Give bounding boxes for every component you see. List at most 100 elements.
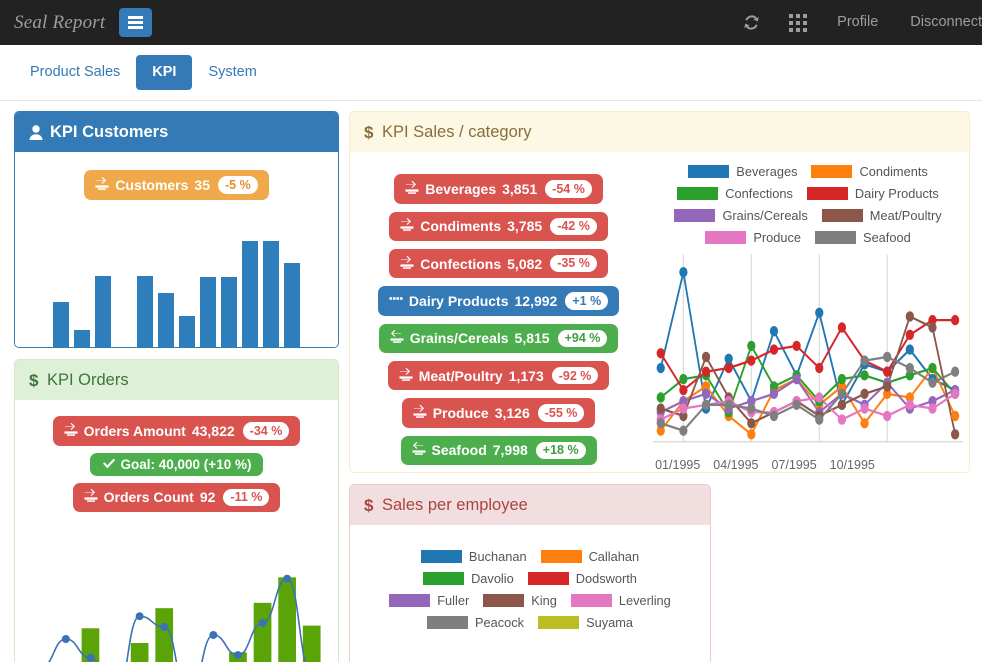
kpi-pct: -35 % bbox=[550, 254, 597, 273]
kpi-orders-count-badge[interactable]: Orders Count 92 -11 % bbox=[72, 482, 281, 512]
panel-kpi-sales-category-title: KPI Sales / category bbox=[382, 123, 532, 141]
tab-kpi[interactable]: KPI bbox=[136, 54, 193, 91]
kpi-orders-goal-badge[interactable]: Goal: 40,000 (+10 %) bbox=[89, 452, 264, 476]
legend-label: Dairy Products bbox=[854, 186, 939, 202]
refresh-icon[interactable] bbox=[728, 0, 775, 45]
kpi-orders-amount-badge[interactable]: Orders Amount 43,822 -34 % bbox=[52, 416, 301, 446]
legend-swatch-icon bbox=[705, 231, 747, 245]
panel-kpi-sales-category: $ KPI Sales / category Beverages 3,851 -54… bbox=[349, 111, 970, 473]
kpi-orders-chart[interactable] bbox=[15, 566, 338, 662]
kpi-orders-chart-svg bbox=[48, 574, 321, 662]
data-point bbox=[883, 410, 892, 422]
sales-per-employee-legend-item[interactable]: Davolio bbox=[423, 571, 514, 586]
kpi-sales-category-legend-item[interactable]: Dairy Products bbox=[806, 186, 939, 202]
kpi-value: 5,815 bbox=[514, 330, 550, 347]
legend-swatch-icon bbox=[677, 187, 719, 201]
sales-per-employee-legend-item[interactable]: Peacock bbox=[426, 615, 525, 631]
sales-per-employee-legend-item[interactable]: Suyama bbox=[538, 615, 633, 630]
data-point bbox=[905, 344, 915, 355]
user-icon bbox=[29, 124, 43, 140]
sales-per-employee-legend-item[interactable]: King bbox=[483, 593, 557, 608]
data-point bbox=[283, 574, 292, 583]
kpi-badge-meat-poultry[interactable]: Meat/Poultry 1,173 -92 % bbox=[387, 361, 610, 391]
panel-kpi-customers-header: KPI Customers bbox=[15, 112, 338, 153]
data-point bbox=[656, 418, 665, 429]
trend-down-icon bbox=[95, 176, 109, 193]
data-point bbox=[769, 388, 779, 400]
dollar-icon: $ bbox=[364, 497, 375, 514]
data-point bbox=[815, 414, 824, 425]
panel-kpi-sales-category-header: $ KPI Sales / category bbox=[350, 112, 969, 153]
data-point bbox=[905, 311, 915, 322]
data-point bbox=[656, 392, 665, 403]
kpi-customers-chart[interactable] bbox=[15, 229, 338, 347]
sales-per-employee-legend-item[interactable]: Buchanan bbox=[420, 549, 527, 564]
kpi-badge-beverages[interactable]: Beverages 3,851 -54 % bbox=[394, 174, 603, 204]
kpi-orders-amount-value: 43,822 bbox=[191, 422, 235, 439]
kpi-badge-confections[interactable]: Confections 5,082 -35 % bbox=[389, 248, 608, 279]
legend-swatch-icon bbox=[821, 209, 863, 223]
kpi-badge-seafood[interactable]: Seafood 7,998 +18 % bbox=[400, 435, 597, 466]
kpi-sales-category-legend-item[interactable]: Produce bbox=[705, 230, 801, 245]
data-point bbox=[724, 353, 733, 365]
kpi-orders-goal-text: Goal: 40,000 (+10 %) bbox=[120, 456, 252, 472]
kpi-value: 3,126 bbox=[494, 405, 530, 422]
profile-link[interactable]: Profile bbox=[821, 0, 894, 45]
kpi-sales-category-legend-item[interactable]: Seafood bbox=[815, 230, 911, 245]
legend-label: Peacock bbox=[474, 615, 525, 631]
kpi-sales-category-legend-item[interactable]: Beverages bbox=[688, 164, 797, 179]
sales-per-employee-legend-item[interactable]: Callahan bbox=[540, 549, 639, 564]
tab-system[interactable]: System bbox=[192, 55, 272, 90]
data-point bbox=[860, 418, 869, 429]
sales-per-employee-legend-item[interactable]: Fuller bbox=[389, 593, 469, 608]
legend-label: Dodsworth bbox=[575, 571, 637, 587]
kpi-value: 7,998 bbox=[492, 442, 528, 459]
panel-kpi-customers: KPI Customers Customers 35 -5 % bbox=[14, 111, 339, 348]
data-point bbox=[792, 374, 801, 385]
sales-per-employee-legend-item[interactable]: Dodsworth bbox=[527, 571, 637, 587]
legend-label: Leverling bbox=[618, 593, 671, 609]
data-point bbox=[951, 388, 960, 400]
kpi-badge-condiments[interactable]: Condiments 3,785 -42 % bbox=[389, 211, 608, 241]
data-point bbox=[747, 340, 756, 352]
data-point bbox=[815, 307, 824, 319]
panel-kpi-sales-category-body: Beverages 3,851 -54 % Condiments 3,785 -42 % C… bbox=[350, 152, 969, 472]
data-point bbox=[792, 399, 801, 411]
legend-swatch-icon bbox=[426, 616, 468, 630]
kpi-sales-category-legend-item[interactable]: Confections bbox=[677, 186, 793, 201]
kpi-label: Seafood bbox=[431, 442, 487, 459]
sales-per-employee-legend-item[interactable]: Leverling bbox=[570, 593, 671, 609]
data-point bbox=[135, 612, 144, 621]
data-point bbox=[656, 348, 665, 359]
kpi-sales-category-legend-item[interactable]: Condiments bbox=[811, 164, 928, 179]
trend-down-icon bbox=[413, 405, 427, 421]
legend-label: Seafood bbox=[863, 230, 911, 246]
dollar-icon: $ bbox=[29, 372, 40, 389]
trend-flat-icon bbox=[389, 293, 403, 309]
kpi-sales-category-chart[interactable]: Beverages Condiments Confections Dairy Prod… bbox=[647, 152, 969, 472]
app-brand[interactable]: Seal Report bbox=[14, 12, 119, 34]
data-point bbox=[679, 403, 688, 414]
kpi-sales-category-legend-item[interactable]: Grains/Cereals bbox=[674, 208, 808, 223]
kpi-badge-dairy-products[interactable]: Dairy Products 12,992 +1 % bbox=[377, 286, 620, 316]
data-point bbox=[928, 322, 937, 333]
kpi-sales-category-legend-item[interactable]: Meat/Poultry bbox=[821, 208, 942, 223]
kpi-sales-category-chart-svg bbox=[653, 254, 963, 443]
data-point bbox=[679, 425, 688, 436]
kpi-badge-grains-cereals[interactable]: Grains/Cereals 5,815 +94 % bbox=[378, 323, 619, 354]
tab-product-sales[interactable]: Product Sales bbox=[14, 55, 136, 90]
kpi-orders-amount-pct: -34 % bbox=[242, 422, 290, 440]
grid-apps-icon[interactable] bbox=[775, 0, 821, 45]
kpi-customers-badge[interactable]: Customers 35 -5 % bbox=[84, 170, 269, 200]
bar bbox=[179, 316, 195, 347]
disconnect-link[interactable]: Disconnect bbox=[894, 0, 982, 45]
list-menu-icon[interactable] bbox=[119, 8, 153, 37]
kpi-badge-produce[interactable]: Produce 3,126 -55 % bbox=[401, 398, 596, 428]
legend-swatch-icon bbox=[806, 187, 848, 201]
kpi-pct: +1 % bbox=[565, 292, 609, 310]
report-tabbar: Product Sales KPI System bbox=[0, 45, 982, 101]
data-point bbox=[747, 355, 756, 366]
trend-down-icon bbox=[400, 218, 414, 234]
data-point bbox=[258, 618, 267, 627]
legend-swatch-icon bbox=[527, 572, 569, 586]
